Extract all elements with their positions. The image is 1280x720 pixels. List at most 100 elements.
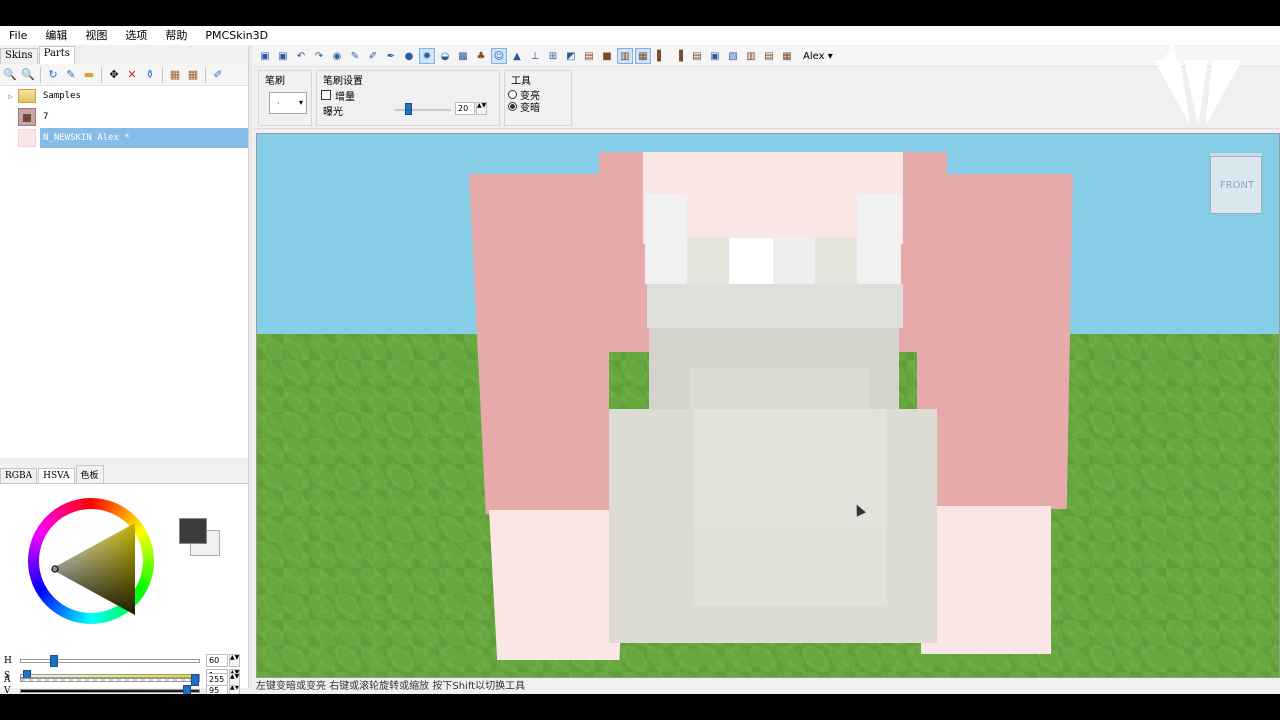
radio-lighten[interactable] [508,90,517,99]
slider-thumb[interactable] [191,674,199,686]
menu-bar: File 编辑 视图 选项 帮助 PMCSkin3D [0,26,1280,45]
brush-icon[interactable]: ✎ [63,67,79,83]
menu-view[interactable]: 视图 [76,26,116,45]
eraser-icon[interactable]: ✐ [365,48,381,64]
upload-icon[interactable]: ✐ [210,67,226,83]
panel-splitter[interactable] [248,46,252,688]
layer2-icon[interactable]: ▧ [725,48,741,64]
menu-file[interactable]: File [0,26,36,45]
increment-checkbox[interactable] [321,90,331,100]
tab-hsva[interactable]: HSVA [38,468,75,483]
tab-palette[interactable]: 色板 [75,465,104,483]
leg-right-icon[interactable]: ▤ [689,48,705,64]
skins-toolbar: 🔍 🔍 ↻ ✎ ▬ ✥ ✕ ⚱ ▦ ▦ ✐ [0,64,250,86]
head-part-icon[interactable]: ▤ [581,48,597,64]
slider-thumb[interactable] [50,655,58,667]
tree-item-newskin-alex[interactable]: N_NEWSKIN Alex * [0,128,248,148]
exposure-slider-thumb[interactable] [405,103,412,115]
tree-item-skin-7[interactable]: 7 [0,107,248,127]
left-arm[interactable] [469,174,609,514]
slider-label: H [4,656,12,666]
grid2-icon[interactable]: ▦ [185,67,201,83]
spinner-icon[interactable]: ▲▼ [476,102,487,115]
refresh-icon[interactable]: ↻ [45,67,61,83]
layer-icon[interactable]: ▣ [707,48,723,64]
zoom-in-icon[interactable]: 🔍 [20,67,36,83]
brush-settings-group: 笔刷设置 增量 曝光 20 ▲▼ [316,70,500,126]
tab-parts[interactable]: Parts [38,46,75,64]
save-all-icon[interactable]: ▣ [275,48,291,64]
slider-value[interactable]: 255 [206,673,228,686]
slider-value[interactable]: 60 [206,654,228,667]
layer5-icon[interactable]: ▦ [779,48,795,64]
arm-left-icon[interactable]: ▦ [635,48,651,64]
fill-icon[interactable]: ◒ [437,48,453,64]
exposure-value[interactable]: 20 [455,102,475,115]
model-dropdown[interactable]: Alex ▾ [803,51,833,62]
zoom-out-icon[interactable]: 🔍 [2,67,18,83]
delete-icon[interactable]: ✕ [124,67,140,83]
right-hand[interactable] [921,506,1051,654]
leg-left-icon[interactable]: ▐ [671,48,687,64]
mountain-icon[interactable]: ▲ [509,48,525,64]
slider-track[interactable] [20,685,200,697]
dodge-burn-icon[interactable]: ✹ [419,48,435,64]
overlay-part-icon[interactable]: ▥ [617,48,633,64]
primary-color-swatch[interactable] [179,518,207,544]
radio-darken[interactable] [508,102,517,111]
slider-track[interactable] [20,655,200,667]
person-icon[interactable]: ☺ [491,48,507,64]
expand-icon[interactable]: ▷ [8,92,18,101]
pencil-icon[interactable]: ✎ [347,48,363,64]
arm-right-icon[interactable]: ▌ [653,48,669,64]
main-toolbar: ▣ ▣ ↶ ↷ ◉ ✎ ✐ ✒ ● ✹ ◒ ▩ ♣ ☺ ▲ ⊥ ⊞ ◩ ▤ ■ … [254,46,1280,67]
brush-size-dropdown[interactable]: · ▾ [269,92,307,114]
body-part-icon[interactable]: ■ [599,48,615,64]
exposure-slider-track[interactable] [395,103,451,115]
save-icon[interactable]: ▣ [257,48,273,64]
stamp-icon[interactable]: ♣ [473,48,489,64]
spinner-icon[interactable]: ▲▼ [229,654,240,667]
paint-icon[interactable]: ⚱ [142,67,158,83]
split-icon[interactable]: ✥ [106,67,122,83]
face-left[interactable] [645,194,687,284]
slider-track[interactable] [20,674,200,686]
menu-help[interactable]: 帮助 [156,26,196,45]
tab-skins[interactable]: Skins [0,48,38,64]
axes-icon[interactable]: ⊥ [527,48,543,64]
undo-icon[interactable]: ↶ [293,48,309,64]
tree-item-samples[interactable]: ▷ Samples [0,86,248,106]
toolbar-separator [40,66,41,83]
chevron-down-icon: ▾ [827,50,833,62]
chest-shading [689,368,869,414]
orientation-cube[interactable]: FRONT [1210,156,1262,214]
hue-wheel[interactable] [28,498,154,624]
toolbar-separator [205,66,206,83]
grid-icon[interactable]: ▦ [167,67,183,83]
tree-item-label: N_NEWSKIN Alex * [40,128,248,148]
tab-rgba[interactable]: RGBA [0,468,38,483]
menu-edit[interactable]: 编辑 [36,26,76,45]
3d-viewport[interactable]: FRONT [256,133,1280,678]
layer4-icon[interactable]: ▤ [761,48,777,64]
camera-icon[interactable]: ◉ [329,48,345,64]
menu-options[interactable]: 选项 [116,26,156,45]
folder-icon[interactable]: ▬ [81,67,97,83]
redo-icon[interactable]: ↷ [311,48,327,64]
brush-settings-panel: 笔刷 · ▾ 笔刷设置 增量 曝光 20 ▲▼ 工具 变亮 变暗 [254,67,1280,129]
menu-pmcskin3d[interactable]: PMCSkin3D [196,26,277,45]
slider-h: H 60 ▲▼ [0,654,248,668]
left-hand[interactable] [489,510,625,660]
layer3-icon[interactable]: ▥ [743,48,759,64]
darken-icon[interactable]: ● [401,48,417,64]
cube-icon[interactable]: ◩ [563,48,579,64]
spinner-icon[interactable]: ▲▼ [229,673,240,686]
dropper-icon[interactable]: ✒ [383,48,399,64]
color-panel: H 60 ▲▼ S 1 ▲▼ V 95 ▲▼ [0,484,248,697]
face-right[interactable] [857,194,901,284]
grid-view-icon[interactable]: ⊞ [545,48,561,64]
face-lower[interactable] [647,284,903,328]
noise-icon[interactable]: ▩ [455,48,471,64]
screen-top-bar [0,0,1280,26]
saturation-value-triangle[interactable] [49,521,143,617]
